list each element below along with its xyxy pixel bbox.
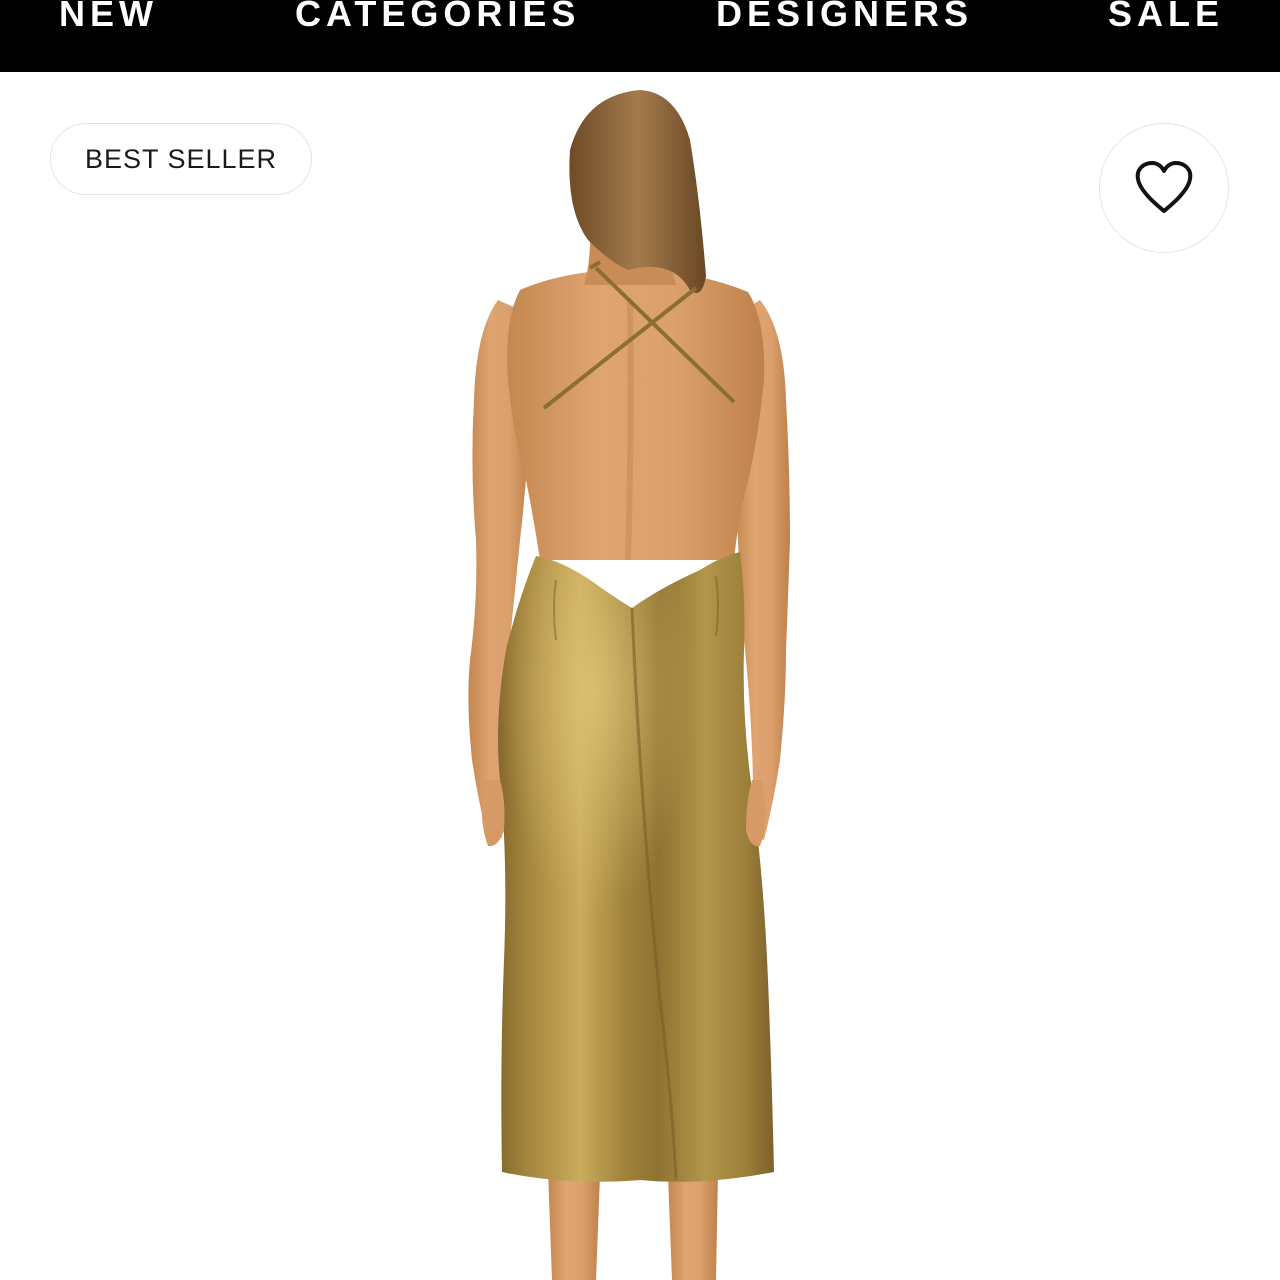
nav-item-designers[interactable]: DESIGNERS (716, 0, 973, 38)
product-image-area: BEST SELLER (0, 72, 1280, 1280)
nav-item-sale[interactable]: SALE (1108, 0, 1224, 38)
heart-outline-icon (1135, 161, 1193, 213)
nav-item-categories[interactable]: CATEGORIES (295, 0, 580, 38)
nav-item-new[interactable]: NEW (59, 0, 158, 38)
product-image[interactable] (0, 72, 1280, 1280)
wishlist-button[interactable] (1099, 123, 1229, 253)
top-navigation: NEW CATEGORIES DESIGNERS SALE (0, 0, 1280, 72)
best-seller-badge: BEST SELLER (50, 123, 312, 195)
